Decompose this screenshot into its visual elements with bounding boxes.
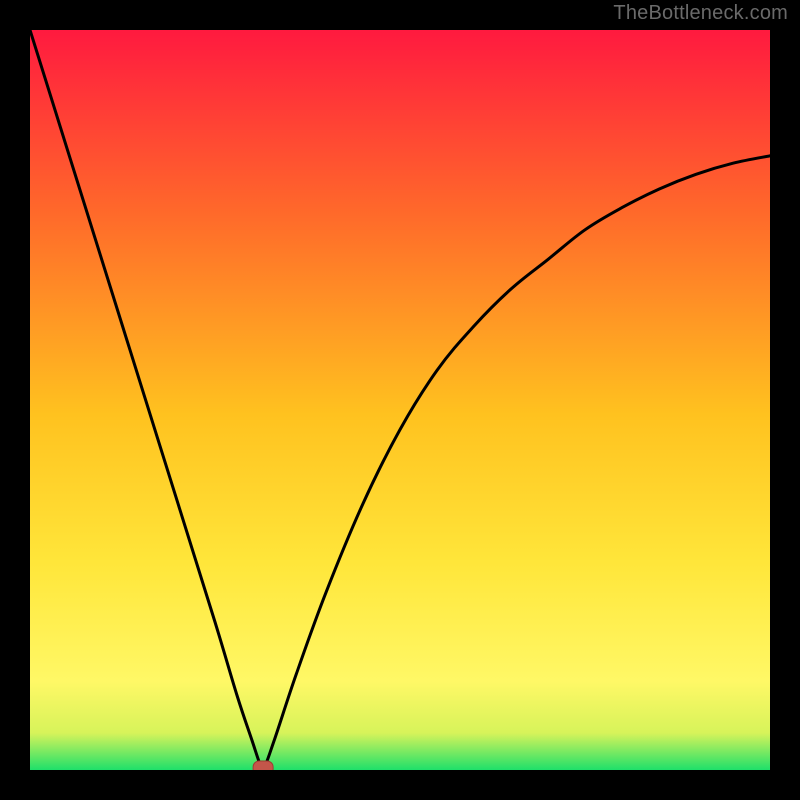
watermark-text: TheBottleneck.com bbox=[613, 2, 788, 25]
plot-area bbox=[30, 30, 770, 770]
optimum-marker bbox=[253, 761, 273, 770]
chart-frame: TheBottleneck.com bbox=[0, 0, 800, 800]
gradient-background bbox=[30, 30, 770, 770]
bottleneck-curve-chart bbox=[30, 30, 770, 770]
